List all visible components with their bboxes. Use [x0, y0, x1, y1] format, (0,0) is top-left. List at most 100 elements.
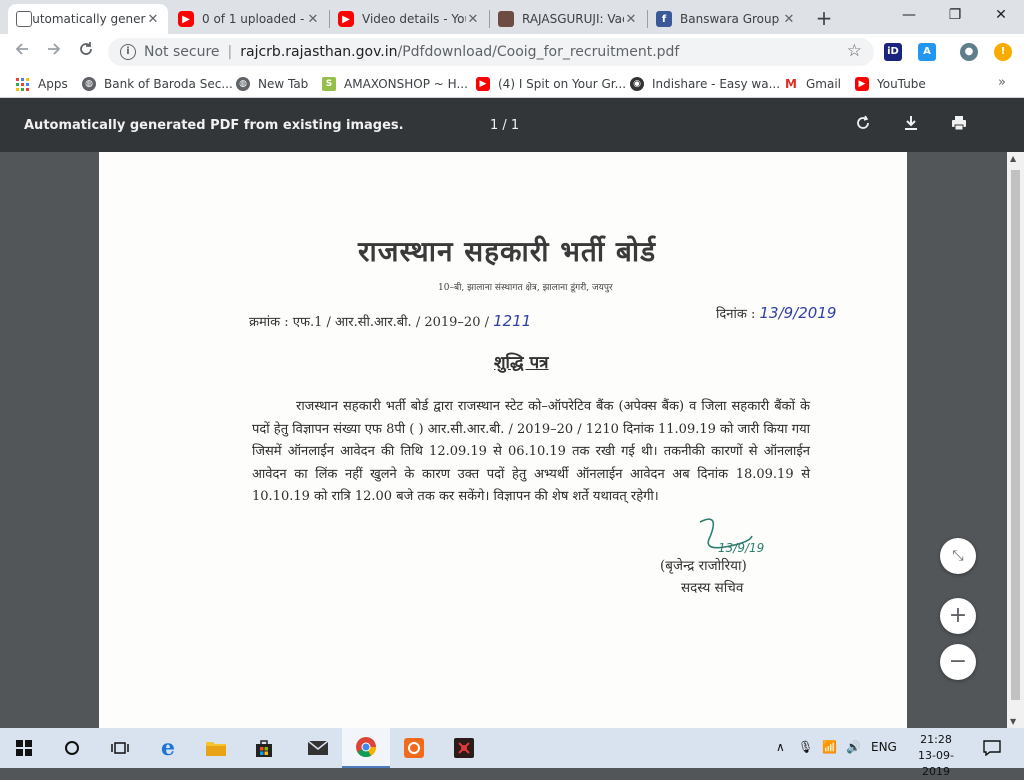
- close-window-button[interactable]: ✕: [978, 0, 1024, 30]
- task-view-button[interactable]: [96, 728, 144, 768]
- bookmark-label: Apps: [38, 77, 68, 91]
- signatory-name: (बृजेन्द्र राजोरिया): [660, 558, 747, 574]
- volume-icon[interactable]: 🔊: [846, 740, 861, 754]
- language-indicator[interactable]: ENG: [871, 740, 897, 754]
- taskbar-file-explorer[interactable]: [192, 728, 240, 768]
- bookmark-label: Bank of Baroda Sec...: [104, 77, 233, 91]
- document-icon: [16, 11, 32, 27]
- tab-strip: Automatically generated PDF ✕ ▶ 0 of 1 u…: [0, 0, 1024, 34]
- chrome-icon: [356, 737, 377, 758]
- tab-video-details[interactable]: ▶ Video details - YouTube ✕: [330, 4, 488, 34]
- taskbar-app-dark[interactable]: [440, 728, 488, 768]
- taskbar-edge[interactable]: e: [144, 728, 192, 768]
- rotate-button[interactable]: [852, 114, 874, 136]
- scrollbar-thumb[interactable]: [1011, 170, 1020, 700]
- facebook-icon: f: [656, 11, 672, 27]
- update-alert-icon[interactable]: !: [994, 43, 1012, 61]
- avatar-icon: [498, 11, 514, 27]
- microphone-icon[interactable]: 🎙: [798, 740, 813, 754]
- reload-icon: [80, 42, 92, 55]
- edge-icon: e: [161, 735, 175, 761]
- document-subject: शुद्धि पत्र: [494, 353, 549, 373]
- globe-icon: ◍: [236, 77, 250, 91]
- document-heading: राजस्थान सहकारी भर्ती बोर्ड: [358, 235, 657, 268]
- close-tab-icon[interactable]: ✕: [146, 12, 160, 27]
- profile-avatar[interactable]: ●: [960, 43, 978, 61]
- page-counter: 1 / 1: [490, 118, 520, 133]
- vertical-scrollbar[interactable]: ▲ ▼: [1007, 152, 1024, 728]
- tab-rajasguruji[interactable]: RAJASGURUJI: Vacancy ✕: [490, 4, 646, 34]
- fit-to-page-button[interactable]: ⤡: [940, 538, 976, 574]
- id-extension-icon[interactable]: iD: [884, 43, 902, 61]
- bookmark-new-tab[interactable]: ◍ New Tab: [236, 75, 308, 93]
- more-bookmarks-button[interactable]: »: [998, 75, 1006, 90]
- reference-prefix: क्रमांक : एफ.1 / आर.सी.आर.बी. / 2019–20 …: [249, 315, 489, 330]
- document-address: 10–बी, झालाना संस्थागत क्षेत्र, झालाना ड…: [438, 283, 613, 293]
- bookmarks-bar: Apps ◍ Bank of Baroda Sec... ◍ New Tab S…: [0, 70, 1024, 98]
- bookmark-star-icon[interactable]: ☆: [847, 41, 862, 61]
- bookmark-label: YouTube: [877, 77, 926, 91]
- bookmark-indishare[interactable]: ◉ Indishare - Easy wa...: [630, 75, 780, 93]
- close-tab-icon[interactable]: ✕: [624, 12, 638, 27]
- taskbar-chrome[interactable]: [342, 728, 390, 768]
- bookmark-amaxonshop[interactable]: S AMAXONSHOP ~ H...: [322, 75, 468, 93]
- minimize-button[interactable]: —: [886, 0, 932, 30]
- youtube-icon: ▶: [855, 77, 869, 91]
- wifi-icon[interactable]: 📶: [822, 740, 837, 754]
- taskbar-app-orange[interactable]: [390, 728, 438, 768]
- url-path: /Pdfdownload/Cooig_for_recruitment.pdf: [397, 44, 680, 60]
- system-clock[interactable]: 21:28 13-09-2019: [906, 732, 966, 780]
- reload-button[interactable]: [74, 40, 98, 64]
- gmail-icon: M: [784, 77, 798, 91]
- tab-banswara-group[interactable]: f Banswara Group | Facebook ✕: [648, 4, 804, 34]
- tab-title: Video details - YouTube: [362, 12, 466, 26]
- reference-handwritten: 1211: [493, 312, 532, 330]
- action-center-button[interactable]: [972, 728, 1012, 768]
- pdf-title: Automatically generated PDF from existin…: [24, 118, 404, 133]
- tab-pdf[interactable]: Automatically generated PDF ✕: [8, 4, 168, 34]
- taskbar-store[interactable]: [240, 728, 288, 768]
- zoom-in-button[interactable]: +: [940, 598, 976, 634]
- taskbar-mail[interactable]: [294, 728, 342, 768]
- extension-icon[interactable]: A: [918, 43, 936, 61]
- restore-button[interactable]: ❐: [932, 0, 978, 30]
- zoom-out-button[interactable]: −: [940, 644, 976, 680]
- show-hidden-icons[interactable]: ∧: [776, 740, 785, 754]
- mail-icon: [307, 740, 329, 755]
- bookmark-label: Gmail: [806, 77, 842, 91]
- tab-youtube-upload[interactable]: ▶ 0 of 1 uploaded - YouTube ✕: [170, 4, 328, 34]
- address-bar[interactable]: i Not secure | rajcrb.rajasthan.gov.in/P…: [108, 38, 874, 66]
- bookmark-apps[interactable]: Apps: [16, 75, 68, 93]
- reference-number: क्रमांक : एफ.1 / आर.सी.आर.बी. / 2019–20 …: [249, 312, 531, 330]
- print-button[interactable]: [948, 114, 970, 136]
- scroll-up-icon[interactable]: ▲: [1010, 154, 1016, 163]
- download-button[interactable]: [900, 114, 922, 136]
- security-status[interactable]: Not secure: [144, 44, 220, 60]
- signatory-title: सदस्य सचिव: [681, 580, 744, 596]
- back-button[interactable]: [10, 40, 34, 64]
- bookmark-label: AMAXONSHOP ~ H...: [344, 77, 468, 91]
- bookmark-bank-of-baroda[interactable]: ◍ Bank of Baroda Sec...: [82, 75, 233, 93]
- tab-title: 0 of 1 uploaded - YouTube: [202, 12, 306, 26]
- bookmark-youtube-video[interactable]: ▶ (4) I Spit on Your Gr...: [476, 75, 626, 93]
- scroll-down-icon[interactable]: ▼: [1010, 717, 1016, 726]
- close-tab-icon[interactable]: ✕: [306, 12, 320, 27]
- info-icon[interactable]: i: [120, 44, 136, 60]
- new-tab-button[interactable]: +: [812, 6, 836, 30]
- bookmark-youtube[interactable]: ▶ YouTube: [855, 75, 926, 93]
- folder-icon: [206, 742, 226, 756]
- omnibox-divider: |: [227, 44, 233, 60]
- print-icon: [952, 116, 966, 131]
- close-tab-icon[interactable]: ✕: [466, 12, 480, 27]
- document-body: राजस्थान सहकारी भर्ती बोर्ड द्वारा राजस्…: [252, 399, 810, 504]
- youtube-icon: ▶: [338, 11, 354, 27]
- bookmark-gmail[interactable]: M Gmail: [784, 75, 841, 93]
- tab-title: Automatically generated PDF: [24, 12, 146, 26]
- forward-arrow-icon: [48, 43, 61, 55]
- search-button[interactable]: [48, 728, 96, 768]
- shopify-icon: S: [322, 77, 336, 91]
- close-tab-icon[interactable]: ✕: [782, 12, 796, 27]
- forward-button[interactable]: [42, 40, 66, 64]
- download-icon: [905, 116, 917, 130]
- start-button[interactable]: [0, 728, 48, 768]
